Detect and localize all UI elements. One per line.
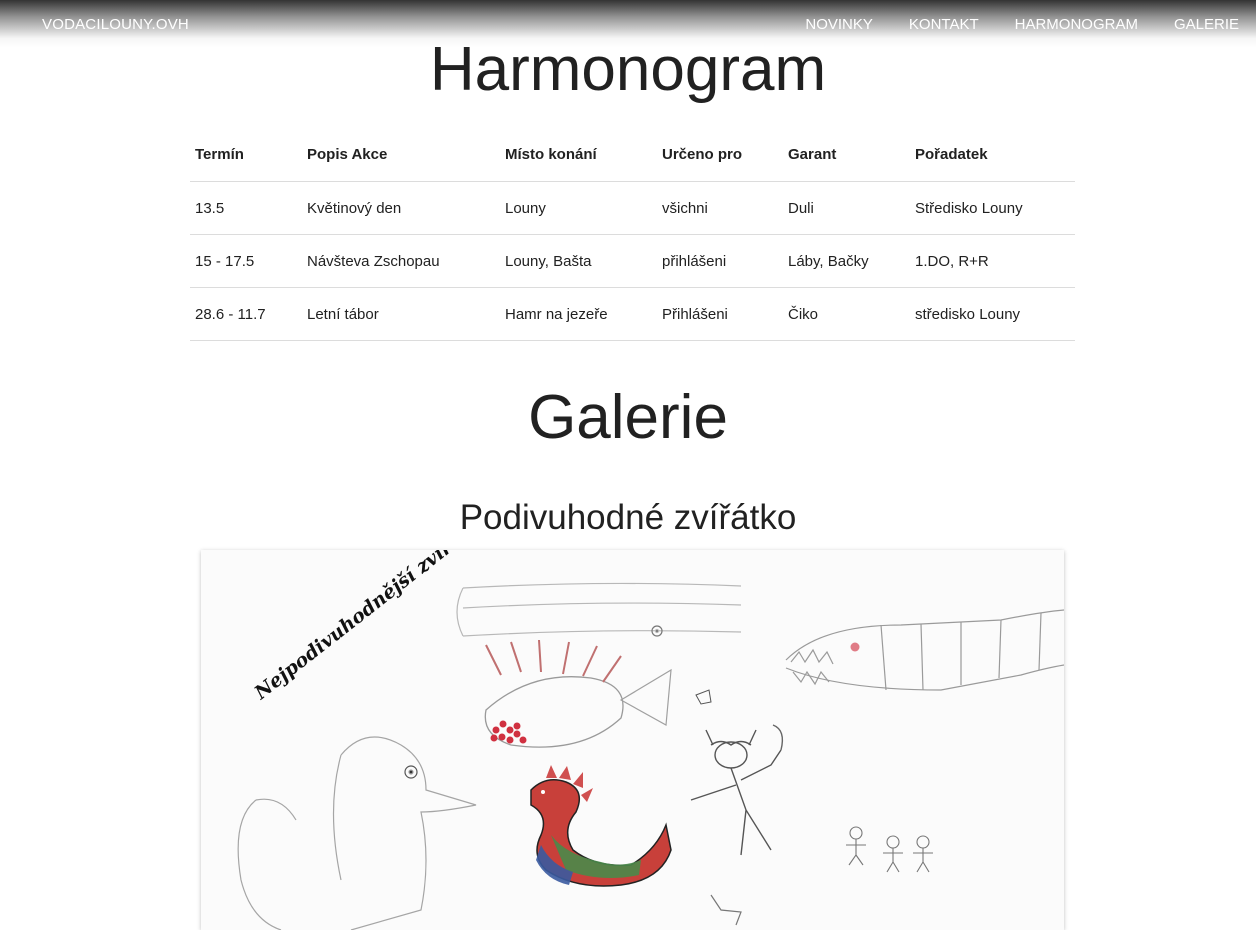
cell-popis-akce: Květinový den — [302, 181, 500, 235]
album-title: Podivuhodné zvířátko — [459, 498, 797, 537]
header-popis-akce: Popis Akce — [302, 128, 500, 182]
cell-misto-konani: Hamr na jezeře — [500, 287, 657, 341]
cell-termin: 28.6 - 11.7 — [190, 287, 302, 341]
cell-urceno-pro: přihlášeni — [657, 234, 783, 288]
cell-poradatek: 1.DO, R+R — [910, 234, 1075, 288]
header-termin: Termín — [190, 128, 302, 182]
table-row: 15 - 17.5 Návšteva Zschopau Louny, Bašta… — [190, 234, 1075, 288]
cell-poradatek: středisko Louny — [910, 287, 1075, 341]
header-misto-konani: Místo konání — [500, 128, 657, 182]
brand-link[interactable]: VODACILOUNY.OVH — [42, 16, 189, 33]
nav-link-kontakt[interactable]: KONTAKT — [909, 16, 979, 33]
cell-urceno-pro: Přihlášeni — [657, 287, 783, 341]
children-drawing-image: Nejpodivuhodnější zvíře — [201, 550, 1064, 930]
cell-garant: Duli — [783, 181, 910, 235]
cell-misto-konani: Louny, Bašta — [500, 234, 657, 288]
galerie-title: Galerie — [528, 383, 728, 452]
nav-links: NOVINKY KONTAKT HARMONOGRAM GALERIE — [805, 16, 1239, 33]
table-row: 28.6 - 11.7 Letní tábor Hamr na jezeře P… — [190, 287, 1075, 341]
header-garant: Garant — [783, 128, 910, 182]
cell-popis-akce: Letní tábor — [302, 287, 500, 341]
harmonogram-table: Termín Popis Akce Místo konání Určeno pr… — [190, 128, 1075, 341]
gallery-image[interactable]: Nejpodivuhodnější zvíře — [201, 550, 1064, 930]
table-row: 13.5 Květinový den Louny všichni Duli St… — [190, 181, 1075, 235]
cell-misto-konani: Louny — [500, 181, 657, 235]
header-poradatek: Pořadatek — [910, 128, 1075, 182]
cell-popis-akce: Návšteva Zschopau — [302, 234, 500, 288]
navbar: VODACILOUNY.OVH NOVINKY KONTAKT HARMONOG… — [0, 0, 1256, 48]
cell-garant: Čiko — [783, 287, 910, 341]
nav-link-novinky[interactable]: NOVINKY — [805, 16, 873, 33]
cell-poradatek: Středisko Louny — [910, 181, 1075, 235]
table-header-row: Termín Popis Akce Místo konání Určeno pr… — [190, 128, 1075, 182]
cell-garant: Láby, Bačky — [783, 234, 910, 288]
header-urceno-pro: Určeno pro — [657, 128, 783, 182]
cell-termin: 13.5 — [190, 181, 302, 235]
nav-link-galerie[interactable]: GALERIE — [1174, 16, 1239, 33]
nav-link-harmonogram[interactable]: HARMONOGRAM — [1015, 16, 1138, 33]
cell-termin: 15 - 17.5 — [190, 234, 302, 288]
cell-urceno-pro: všichni — [657, 181, 783, 235]
crocodile-eye — [850, 642, 860, 652]
